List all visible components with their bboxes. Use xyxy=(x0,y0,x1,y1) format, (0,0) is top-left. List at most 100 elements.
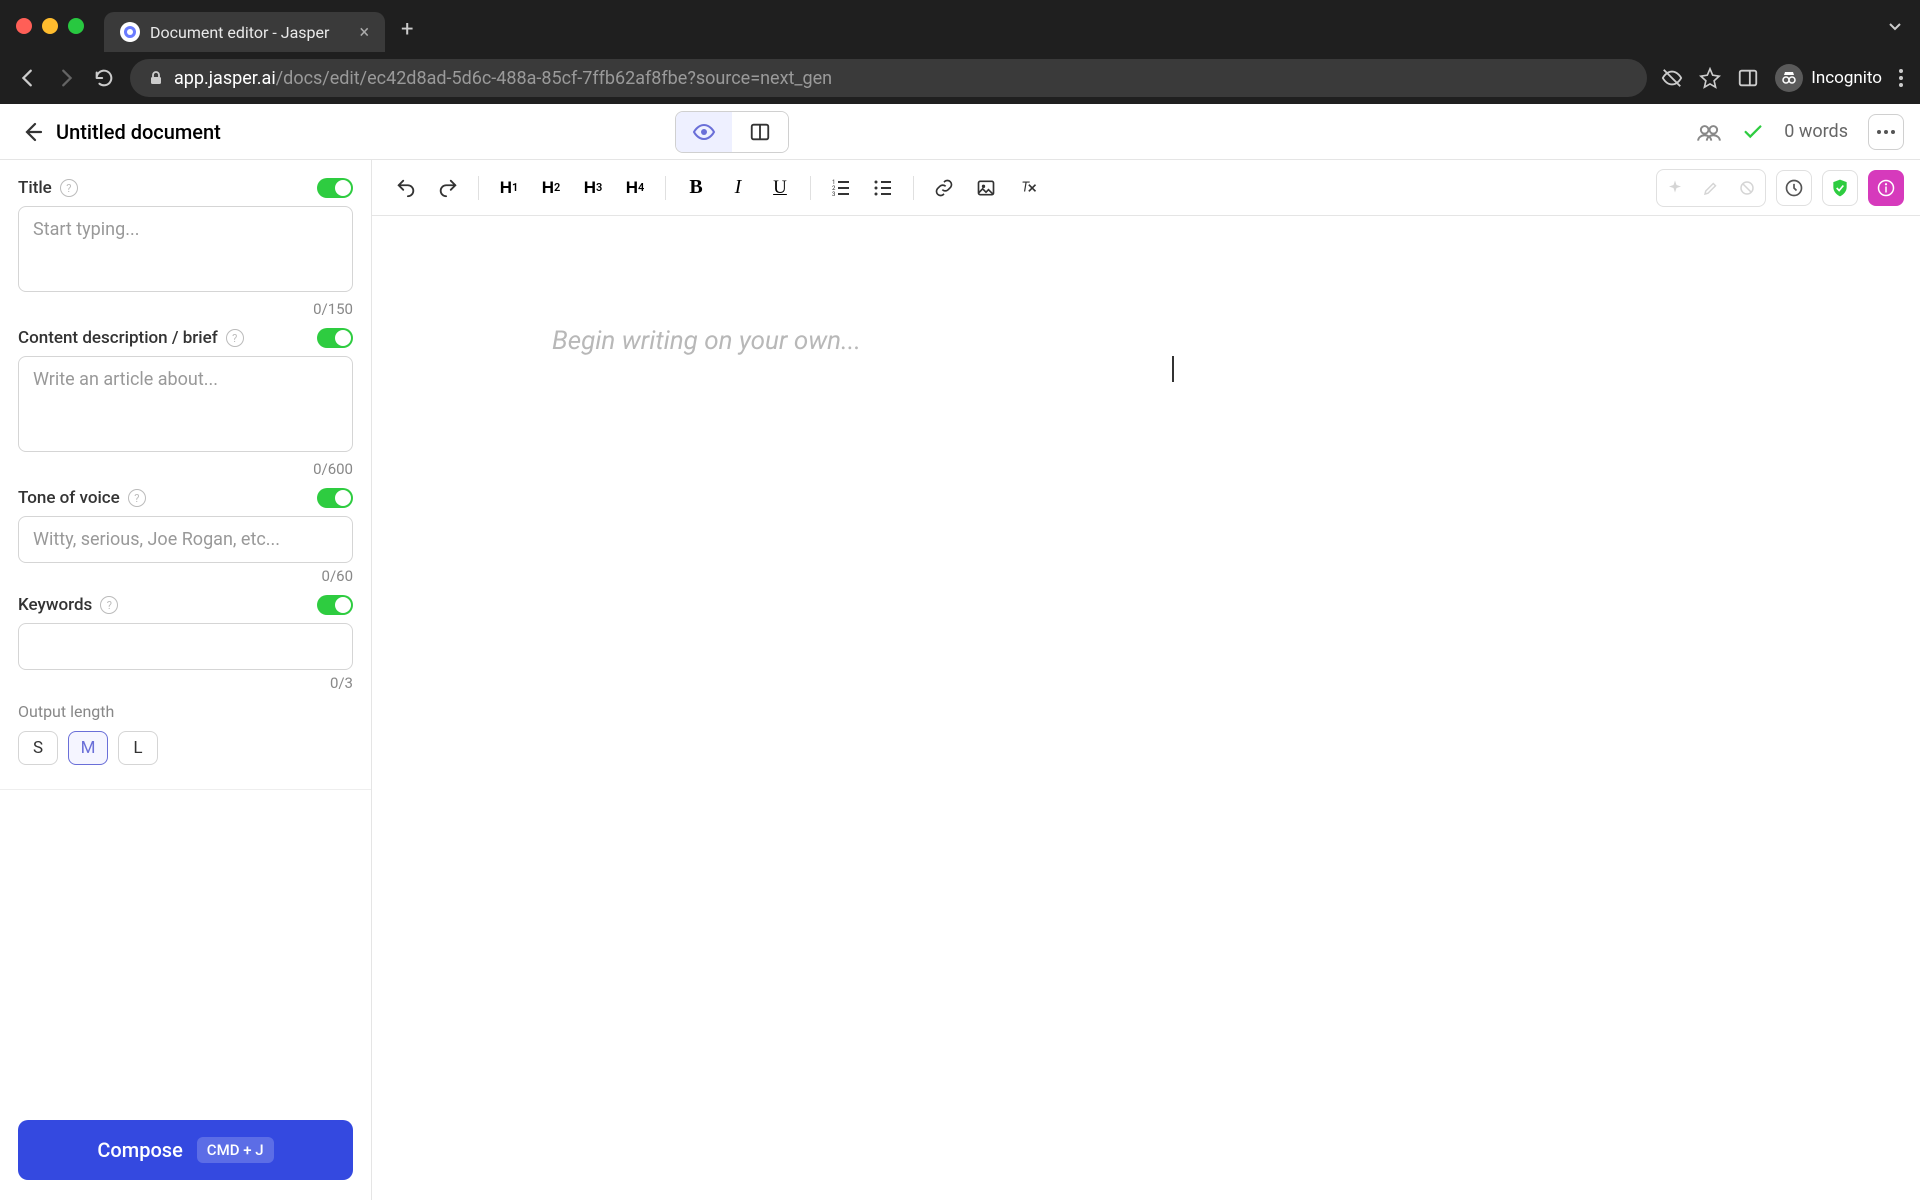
eye-icon xyxy=(692,120,716,144)
focus-view-button[interactable] xyxy=(676,112,732,152)
info-icon[interactable]: ? xyxy=(60,179,78,197)
bold-button[interactable]: B xyxy=(678,170,714,206)
browser-chrome: Document editor - Jasper × + app.jasper.… xyxy=(0,0,1920,104)
keywords-label: Keywords xyxy=(18,595,92,615)
window-controls xyxy=(16,18,84,34)
browser-titlebar: Document editor - Jasper × + xyxy=(0,0,1920,52)
ai-sparkle-button[interactable] xyxy=(1657,170,1693,206)
keywords-char-count: 0/3 xyxy=(18,674,353,692)
incognito-badge[interactable]: Incognito xyxy=(1775,64,1882,92)
browser-menu-icon[interactable] xyxy=(1898,67,1904,89)
h2-button[interactable]: H2 xyxy=(533,170,569,206)
tone-label: Tone of voice xyxy=(18,488,120,508)
browser-back-button[interactable] xyxy=(16,66,40,90)
image-button[interactable] xyxy=(968,170,1004,206)
clear-format-button[interactable]: T xyxy=(1010,170,1046,206)
incognito-label: Incognito xyxy=(1811,68,1882,88)
italic-button[interactable]: I xyxy=(720,170,756,206)
brief-toggle[interactable] xyxy=(317,328,353,348)
word-count: 0 words xyxy=(1784,121,1848,142)
url-path: /docs/edit/ec42d8ad-5d6c-488a-85cf-7ffb6… xyxy=(276,68,832,89)
panel-icon[interactable] xyxy=(1737,67,1759,89)
undo-button[interactable] xyxy=(388,170,424,206)
split-icon xyxy=(749,121,771,143)
browser-right-icons: Incognito xyxy=(1661,64,1904,92)
tab-favicon xyxy=(120,22,140,42)
title-input[interactable] xyxy=(18,206,353,292)
output-length-label: Output length xyxy=(18,702,353,721)
new-tab-button[interactable]: + xyxy=(401,17,413,42)
history-button[interactable] xyxy=(1776,170,1812,206)
h3-button[interactable]: H3 xyxy=(575,170,611,206)
keywords-toggle[interactable] xyxy=(317,595,353,615)
length-s-button[interactable]: S xyxy=(18,731,58,765)
compose-shortcut: CMD + J xyxy=(197,1137,274,1163)
brief-field-group: Content description / brief ? 0/600 xyxy=(18,328,353,478)
info-button[interactable] xyxy=(1868,170,1904,206)
back-button[interactable] xyxy=(16,116,48,148)
split-view-button[interactable] xyxy=(732,112,788,152)
editor-area: H1 H2 H3 H4 B I U 123 T xyxy=(372,160,1920,1200)
info-icon[interactable]: ? xyxy=(100,596,118,614)
ai-delete-button[interactable] xyxy=(1729,170,1765,206)
tabs-dropdown-icon[interactable] xyxy=(1886,17,1904,35)
app-header: Untitled document 0 words xyxy=(0,104,1920,160)
brief-input[interactable] xyxy=(18,356,353,452)
compose-label: Compose xyxy=(97,1138,182,1162)
ai-tools-group xyxy=(1656,169,1766,207)
length-m-button[interactable]: M xyxy=(68,731,108,765)
brief-label: Content description / brief xyxy=(18,328,218,348)
keywords-input[interactable] xyxy=(18,623,353,670)
info-icon[interactable]: ? xyxy=(226,329,244,347)
h1-button[interactable]: H1 xyxy=(491,170,527,206)
browser-tab[interactable]: Document editor - Jasper × xyxy=(104,12,385,52)
ai-edit-button[interactable] xyxy=(1693,170,1729,206)
sidebar-divider xyxy=(0,789,371,790)
more-menu-button[interactable] xyxy=(1868,114,1904,150)
address-bar[interactable]: app.jasper.ai/docs/edit/ec42d8ad-5d6c-48… xyxy=(130,59,1647,97)
address-bar-row: app.jasper.ai/docs/edit/ec42d8ad-5d6c-48… xyxy=(0,52,1920,104)
compose-button[interactable]: Compose CMD + J xyxy=(18,1120,353,1180)
share-icon[interactable] xyxy=(1696,119,1722,145)
minimize-window-button[interactable] xyxy=(42,18,58,34)
header-right: 0 words xyxy=(1696,114,1904,150)
star-icon[interactable] xyxy=(1699,67,1721,89)
svg-text:3: 3 xyxy=(832,191,835,198)
incognito-icon xyxy=(1775,64,1803,92)
brief-char-count: 0/600 xyxy=(18,460,353,478)
keywords-field-group: Keywords ? 0/3 xyxy=(18,595,353,692)
main: Title ? 0/150 Content description / brie… xyxy=(0,160,1920,1200)
shield-button[interactable] xyxy=(1822,170,1858,206)
document-title[interactable]: Untitled document xyxy=(56,120,221,144)
title-field-group: Title ? 0/150 xyxy=(18,178,353,318)
editor-placeholder: Begin writing on your own... xyxy=(552,326,1860,356)
tab-title: Document editor - Jasper xyxy=(150,23,329,42)
close-window-button[interactable] xyxy=(16,18,32,34)
link-button[interactable] xyxy=(926,170,962,206)
check-icon xyxy=(1742,121,1764,143)
ordered-list-button[interactable]: 123 xyxy=(823,170,859,206)
unordered-list-button[interactable] xyxy=(865,170,901,206)
url-domain: app.jasper.ai xyxy=(174,68,276,89)
tone-field-group: Tone of voice ? 0/60 xyxy=(18,488,353,585)
info-icon[interactable]: ? xyxy=(128,489,146,507)
text-cursor xyxy=(1172,356,1174,382)
title-toggle[interactable] xyxy=(317,178,353,198)
maximize-window-button[interactable] xyxy=(68,18,84,34)
browser-forward-button[interactable] xyxy=(54,66,78,90)
underline-button[interactable]: U xyxy=(762,170,798,206)
tone-toggle[interactable] xyxy=(317,488,353,508)
title-label: Title xyxy=(18,178,52,198)
editor-toolbar: H1 H2 H3 H4 B I U 123 T xyxy=(372,160,1920,216)
lock-icon xyxy=(148,70,164,86)
tone-input[interactable] xyxy=(18,516,353,563)
view-mode-toggle xyxy=(675,111,789,153)
redo-button[interactable] xyxy=(430,170,466,206)
h4-button[interactable]: H4 xyxy=(617,170,653,206)
editor-body[interactable]: Begin writing on your own... xyxy=(372,216,1920,1200)
eye-off-icon[interactable] xyxy=(1661,67,1683,89)
browser-reload-button[interactable] xyxy=(92,66,116,90)
length-l-button[interactable]: L xyxy=(118,731,158,765)
title-char-count: 0/150 xyxy=(18,300,353,318)
close-tab-button[interactable]: × xyxy=(359,22,369,43)
